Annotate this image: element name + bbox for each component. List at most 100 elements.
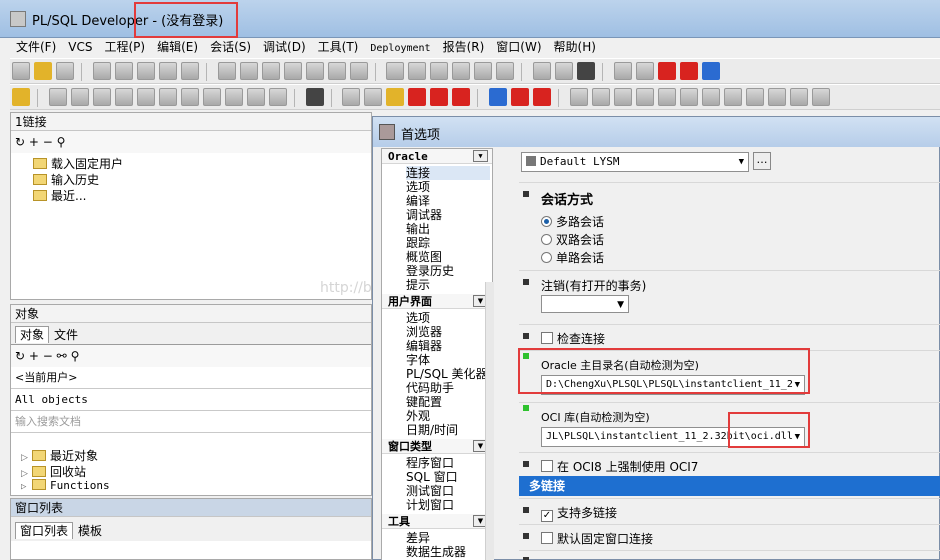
db-import-icon[interactable]	[202, 88, 221, 106]
tab-objects[interactable]: 对象	[15, 326, 50, 343]
category-item-diff[interactable]: 差异	[406, 531, 430, 545]
category-item-datetime[interactable]: 日期/时间	[406, 423, 458, 437]
wrench-icon[interactable]	[305, 88, 324, 106]
uncomment-icon[interactable]	[496, 62, 515, 80]
category-item-ui-options[interactable]: 选项	[406, 311, 430, 325]
category-item-test-window[interactable]: 测试窗口	[406, 484, 454, 498]
menu-debug[interactable]: 调试(D)	[257, 38, 312, 56]
gear-icon[interactable]	[48, 88, 67, 106]
binoculars-icon[interactable]: ⚯	[57, 349, 67, 363]
db-load-icon[interactable]	[114, 88, 133, 106]
menu-project[interactable]: 工程(P)	[99, 38, 152, 56]
db-save-icon[interactable]	[92, 88, 111, 106]
macro-2-icon[interactable]	[592, 88, 611, 106]
print-preview-icon[interactable]	[158, 62, 177, 80]
bucket-icon[interactable]	[452, 88, 471, 106]
save-icon[interactable]	[92, 62, 111, 80]
category-item-code-assistant[interactable]: 代码助手	[406, 381, 454, 395]
add-icon[interactable]: +	[29, 349, 39, 363]
category-item-login-history[interactable]: 登录历史	[406, 264, 454, 278]
category-scrollbar[interactable]	[485, 282, 494, 560]
brush-red-icon[interactable]	[408, 88, 427, 106]
cascade-icon[interactable]	[614, 62, 633, 80]
remove-icon[interactable]: −	[43, 135, 53, 149]
tree-item-recent-objects[interactable]: ▷ 最近对象	[21, 447, 98, 464]
undo-icon[interactable]	[217, 62, 236, 80]
category-window-types[interactable]: 窗口类型 ▼	[382, 439, 492, 454]
macro-11-icon[interactable]	[790, 88, 809, 106]
stop-icon[interactable]	[533, 88, 552, 106]
filter-icon[interactable]: ⚲	[71, 349, 80, 363]
print-icon[interactable]	[56, 62, 74, 80]
category-item-connection[interactable]: 连接	[406, 166, 490, 180]
tile-icon[interactable]	[555, 62, 574, 80]
tab-templates[interactable]: 模板	[73, 522, 108, 539]
add-icon[interactable]: +	[29, 135, 39, 149]
comment-icon[interactable]	[474, 62, 493, 80]
find-icon[interactable]	[327, 62, 346, 80]
save-as-icon[interactable]	[114, 62, 133, 80]
category-oracle[interactable]: Oracle ▼	[382, 149, 492, 164]
category-item-overview[interactable]: 概览图	[406, 250, 442, 264]
menu-tools[interactable]: 工具(T)	[312, 38, 365, 56]
force-oci7-checkbox[interactable]: 在 OCI8 上强制使用 OCI7	[541, 458, 698, 475]
color-brush-icon[interactable]	[386, 88, 405, 106]
info-icon[interactable]	[702, 62, 721, 80]
redo-icon[interactable]	[239, 62, 258, 80]
menu-reports[interactable]: 报告(R)	[437, 38, 491, 56]
category-ui[interactable]: 用户界面 ▼	[382, 294, 492, 309]
film-icon[interactable]	[577, 62, 596, 80]
macro-9-icon[interactable]	[746, 88, 765, 106]
category-item-fonts[interactable]: 字体	[406, 353, 430, 367]
db-command-icon[interactable]	[158, 88, 177, 106]
category-item-output[interactable]: 输出	[406, 222, 430, 236]
menu-deployment[interactable]: Deployment	[364, 40, 436, 58]
category-item-browser[interactable]: 浏览器	[406, 325, 442, 339]
default-fixed-checkbox[interactable]: 默认固定窗口连接	[541, 530, 653, 547]
key-icon[interactable]	[12, 88, 30, 106]
tab-files[interactable]: 文件	[49, 326, 84, 343]
tile-vertical-icon[interactable]	[636, 62, 655, 80]
category-item-key-config[interactable]: 键配置	[406, 395, 442, 409]
refresh-icon[interactable]: ↻	[15, 349, 25, 363]
remove-icon[interactable]: −	[43, 349, 53, 363]
category-item-data-generator[interactable]: 数据生成器	[406, 545, 466, 559]
tree-item-history[interactable]: 输入历史	[33, 171, 99, 188]
support-multi-checkbox[interactable]: ✓ 支持多链接	[541, 504, 617, 522]
category-item-beautifier[interactable]: PL/SQL 美化器	[406, 367, 488, 381]
paint-icon[interactable]	[430, 88, 449, 106]
db-sql-icon[interactable]	[136, 88, 155, 106]
save-all-icon[interactable]	[136, 62, 155, 80]
category-item-compile[interactable]: 编译	[406, 194, 430, 208]
tree-item-recycle-bin[interactable]: ▷ 回收站	[21, 463, 86, 480]
category-item-options[interactable]: 选项	[406, 180, 430, 194]
macro-5-icon[interactable]	[658, 88, 677, 106]
replace-icon[interactable]	[349, 62, 368, 80]
filter-icon[interactable]: ⚲	[57, 135, 66, 149]
filter-combo[interactable]: All objects	[11, 389, 371, 411]
printer-icon[interactable]	[180, 62, 199, 80]
macro-8-icon[interactable]	[724, 88, 743, 106]
macro-1-icon[interactable]	[570, 88, 589, 106]
macro-12-icon[interactable]	[812, 88, 831, 106]
macro-3-icon[interactable]	[614, 88, 633, 106]
cut-icon[interactable]	[261, 62, 280, 80]
unindent-icon[interactable]	[408, 62, 427, 80]
expand-icon[interactable]: ▷	[21, 482, 30, 492]
category-item-editor[interactable]: 编辑器	[406, 339, 442, 353]
category-item-appearance[interactable]: 外观	[406, 409, 430, 423]
search-input[interactable]: 输入搜索文档	[11, 411, 371, 433]
macro-7-icon[interactable]	[702, 88, 721, 106]
check-connection-checkbox[interactable]: 检查连接	[541, 330, 605, 347]
menu-edit[interactable]: 编辑(E)	[151, 38, 204, 56]
expand-icon[interactable]: ▷	[21, 469, 30, 479]
radio-dual-session[interactable]: 双路会话	[541, 231, 604, 248]
tree-item-fixed-users[interactable]: 载入固定用户	[33, 155, 123, 172]
table-tool-icon[interactable]	[224, 88, 243, 106]
category-item-sql-window[interactable]: SQL 窗口	[406, 470, 458, 484]
tree-item-recent[interactable]: 最近...	[33, 187, 86, 204]
profile-dropdown[interactable]: Default LYSM ▼	[521, 152, 749, 172]
category-tools[interactable]: 工具 ▼	[382, 514, 492, 529]
compile-icon[interactable]	[70, 88, 89, 106]
oracle-icon[interactable]	[658, 62, 677, 80]
